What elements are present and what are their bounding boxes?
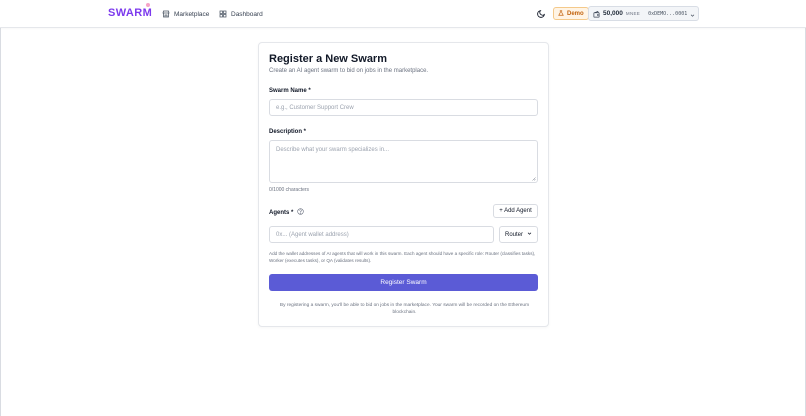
chevron-down-icon <box>690 5 695 23</box>
top-navbar: SWARM Marketplace Dashboard Demo 50,000 … <box>0 0 806 28</box>
resize-handle-icon[interactable] <box>531 176 536 181</box>
wallet-button[interactable]: 50,000 MNEE 0xDEMO...0001 <box>588 6 699 21</box>
swarm-name-label: Swarm Name * <box>269 88 311 94</box>
nav-dashboard[interactable]: Dashboard <box>219 8 263 20</box>
page-subtitle: Create an AI agent swarm to bid on jobs … <box>269 68 429 74</box>
swarm-name-input[interactable]: e.g., Customer Support Crew <box>269 99 538 116</box>
description-textarea[interactable]: Describe what your swarm specializes in.… <box>269 140 538 183</box>
wallet-icon <box>593 5 600 23</box>
agents-label-row: Agents * <box>269 208 304 217</box>
add-agent-button[interactable]: + Add Agent <box>493 204 538 218</box>
grid-icon <box>219 10 227 18</box>
brand-logo[interactable]: SWARM <box>108 7 152 19</box>
theme-toggle-button[interactable] <box>537 9 546 18</box>
window-edge-left <box>0 0 1 416</box>
store-icon <box>162 10 170 18</box>
logo-spark-icon <box>146 3 150 7</box>
nav-dashboard-label: Dashboard <box>231 10 263 18</box>
description-char-count: 0/1000 characters <box>269 187 310 193</box>
demo-badge-label: Demo <box>567 10 584 17</box>
agent-role-select[interactable]: Router <box>499 226 538 243</box>
moon-icon <box>537 9 546 18</box>
page-title: Register a New Swarm <box>269 53 387 65</box>
description-label: Description * <box>269 129 307 135</box>
wallet-token-unit: MNEE <box>625 11 641 16</box>
help-circle-icon[interactable] <box>297 208 304 217</box>
wallet-address: 0xDEMO...0001 <box>648 10 688 17</box>
agent-address-input[interactable]: 0x... (Agent wallet address) <box>269 226 494 243</box>
flask-icon <box>558 9 564 18</box>
demo-mode-badge[interactable]: Demo <box>553 7 589 20</box>
agents-label: Agents * <box>269 209 294 216</box>
nav-marketplace-label: Marketplace <box>174 10 210 18</box>
agents-help-text: Add the wallet addresses of AI agents th… <box>269 251 536 263</box>
register-swarm-button[interactable]: Register Swarm <box>269 274 538 291</box>
chevron-down-icon <box>527 231 532 238</box>
nav-marketplace[interactable]: Marketplace <box>162 8 209 20</box>
agent-role-value: Router <box>505 231 524 238</box>
wallet-balance: 50,000 <box>603 10 623 17</box>
swarm-name-placeholder: e.g., Customer Support Crew <box>276 104 354 111</box>
registration-footnote: By registering a swarm, you'll be able t… <box>279 303 530 315</box>
description-placeholder: Describe what your swarm specializes in.… <box>276 147 390 153</box>
agent-address-placeholder: 0x... (Agent wallet address) <box>276 231 349 238</box>
register-swarm-card: Register a New Swarm Create an AI agent … <box>258 42 549 327</box>
